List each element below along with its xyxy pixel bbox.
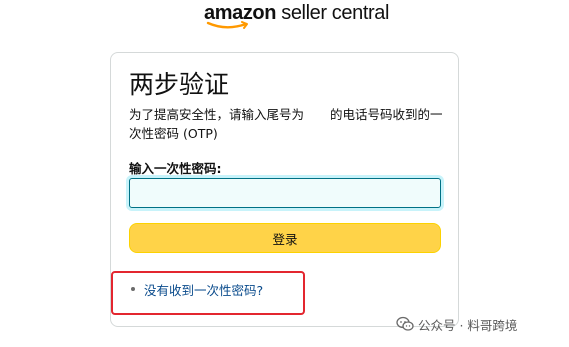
wechat-icon <box>396 316 414 331</box>
amazon-seller-central-logo: amazon seller central <box>204 2 389 32</box>
amazon-smile-icon <box>206 21 248 29</box>
watermark-text: 公众号 · 料哥跨境 <box>418 317 518 333</box>
otp-field-label: 输入一次性密码: <box>129 161 222 176</box>
page-title: 两步验证 <box>129 70 230 99</box>
otp-help-list-item: 没有收到一次性密码? <box>131 280 263 299</box>
otp-not-received-link[interactable]: 没有收到一次性密码? <box>144 280 263 299</box>
wechat-watermark: 公众号 · 料哥跨境 <box>396 315 517 333</box>
login-button[interactable]: 登录 <box>129 223 441 253</box>
logo-product: seller central <box>276 2 390 24</box>
bullet-icon <box>131 287 135 291</box>
otp-input[interactable] <box>129 178 441 208</box>
otp-description-start: 为了提高安全性，请输入尾号为 <box>129 107 305 122</box>
signin-page: amazon seller central 两步验证 为了提高安全性，请输入尾号… <box>0 0 569 347</box>
otp-description: 为了提高安全性，请输入尾号为 的电话号码收到的一次性密码 (OTP) <box>129 105 447 143</box>
